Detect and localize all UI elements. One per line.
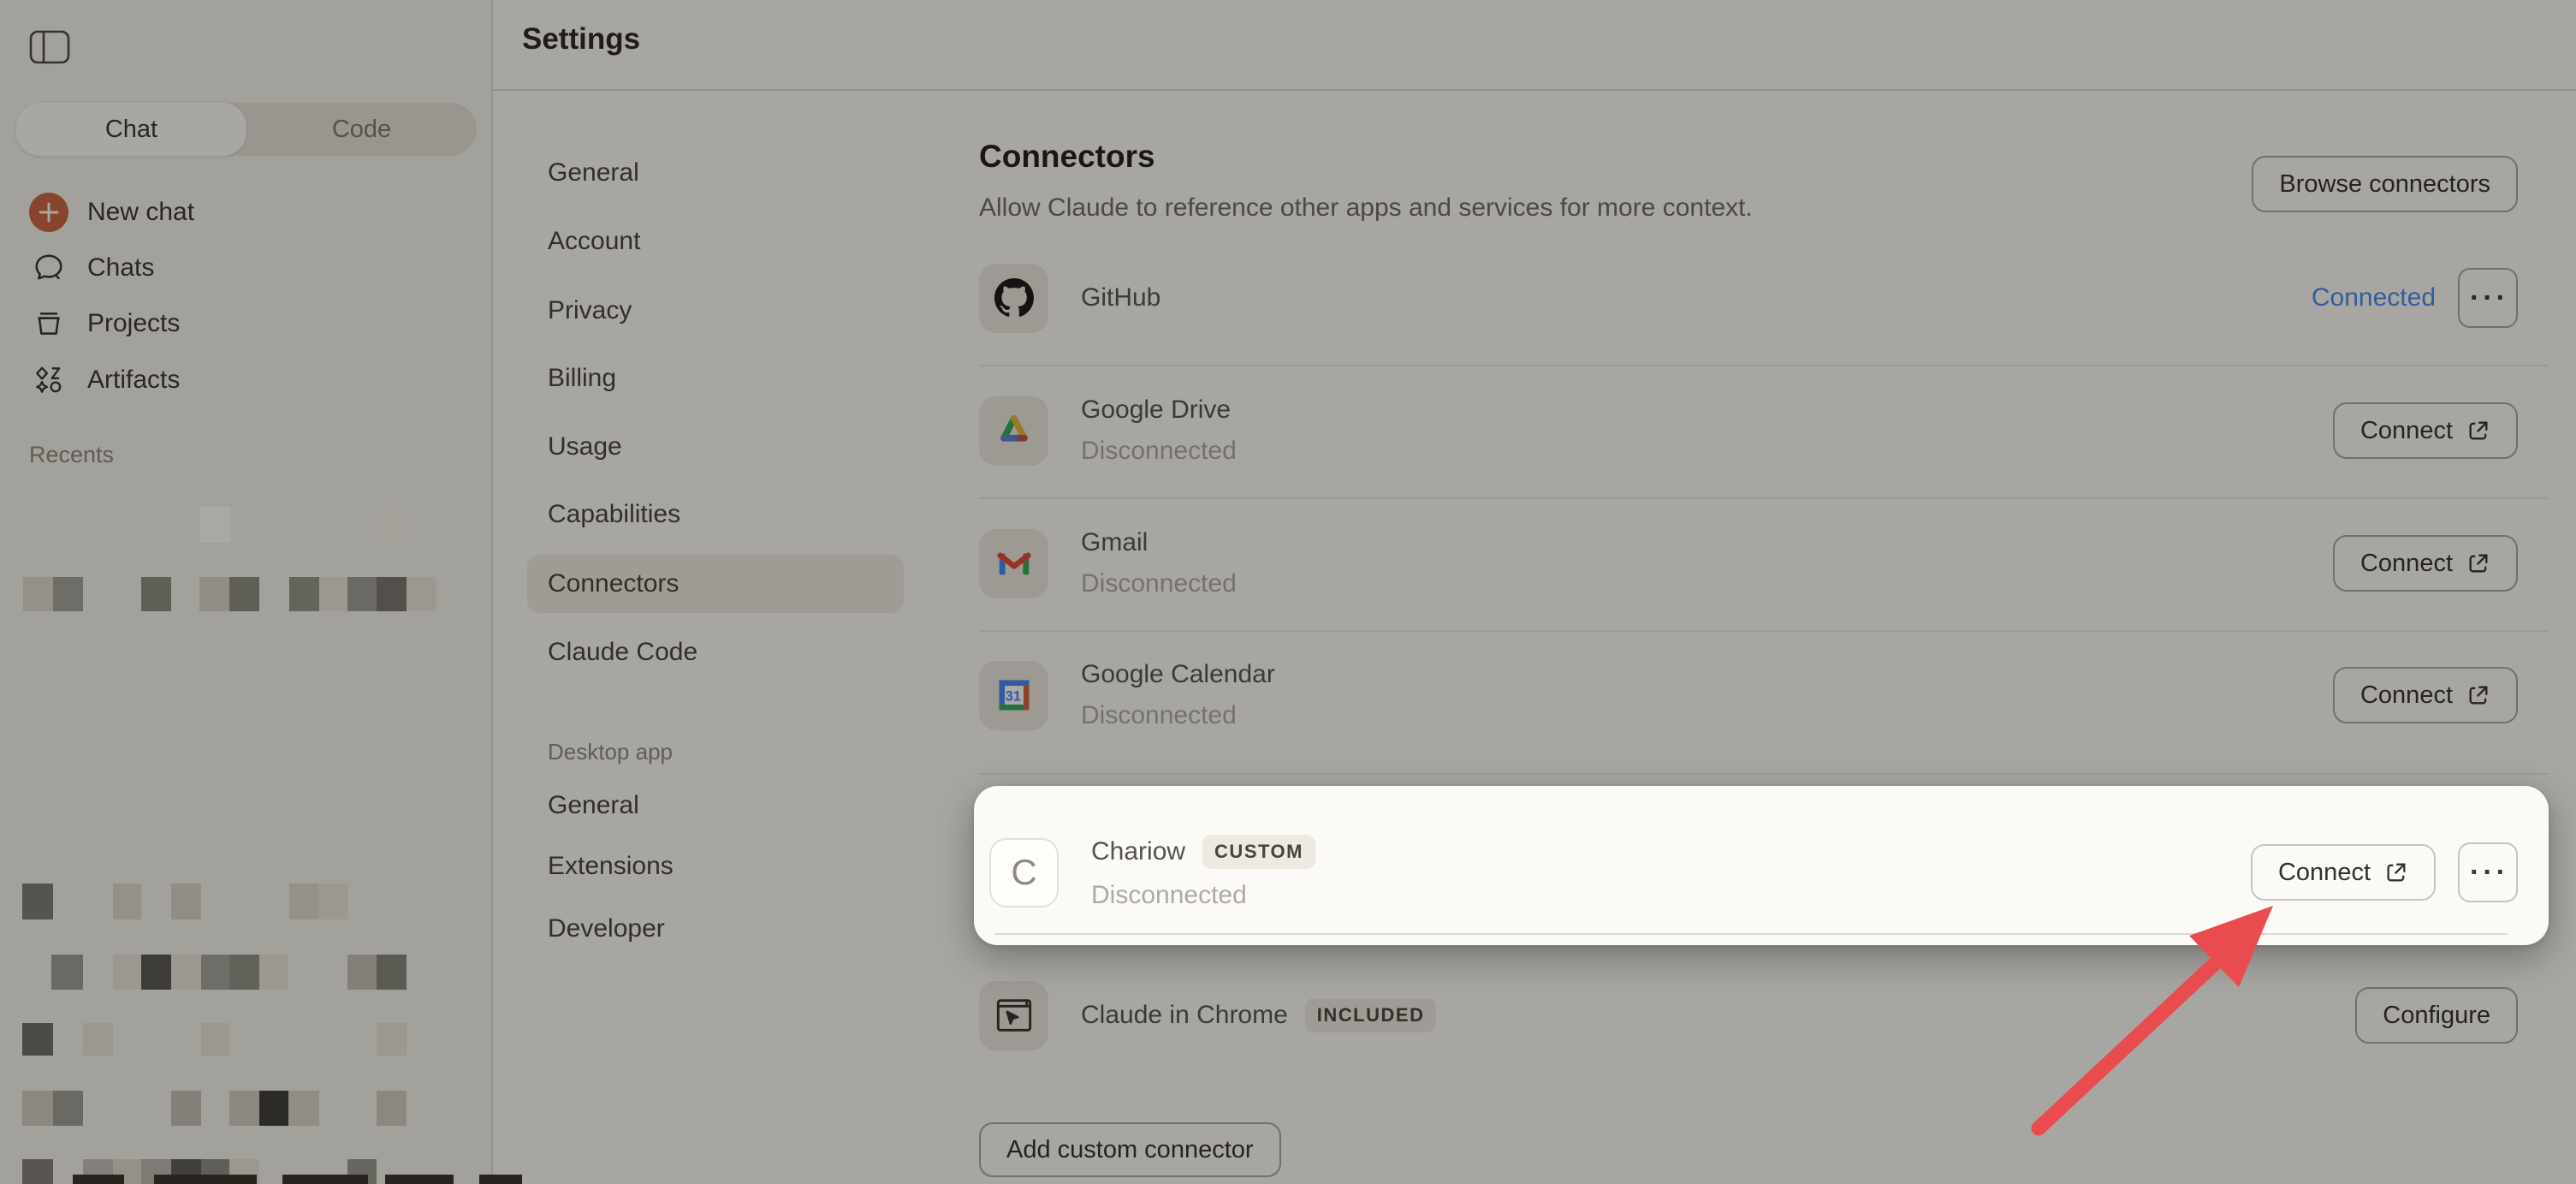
chariow-connect-button[interactable]: Connect <box>2250 844 2436 901</box>
custom-badge: CUSTOM <box>1202 835 1315 869</box>
card-bottom-divider <box>994 933 2508 935</box>
connector-status: Disconnected <box>1091 881 1247 909</box>
chariow-menu-button[interactable]: ··· <box>2458 842 2518 902</box>
chariow-icon: C <box>989 837 1059 907</box>
connect-label: Connect <box>2277 858 2371 886</box>
chariow-letter: C <box>1011 852 1037 892</box>
connector-name: Chariow CUSTOM <box>1091 835 1315 869</box>
connector-row-chariow: C Chariow CUSTOM Disconnected Connect ··… <box>989 825 2518 919</box>
tutorial-dim-overlay <box>0 0 2576 1184</box>
external-link-icon <box>2387 863 2406 882</box>
connector-info: Chariow CUSTOM Disconnected <box>1091 835 1315 910</box>
claude-settings-window: Chat Code New chat Chats Projects Artifa… <box>0 0 2576 1184</box>
connector-row-chariow-highlighted: C Chariow CUSTOM Disconnected Connect ··… <box>974 786 2549 945</box>
connector-name-text: Chariow <box>1091 837 1186 866</box>
